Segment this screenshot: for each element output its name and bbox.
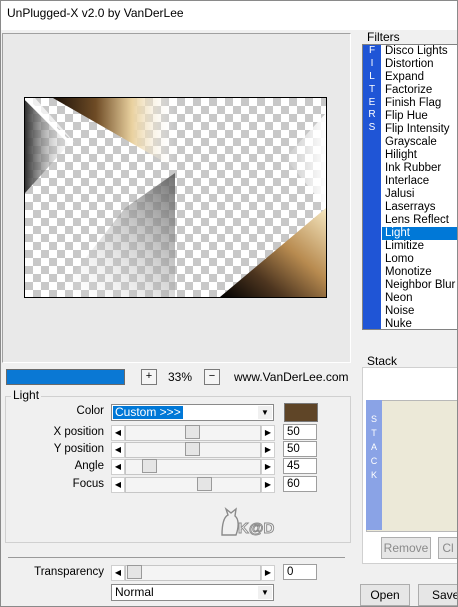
zoom-level: 33% — [168, 370, 193, 384]
strip-letter: S — [368, 122, 376, 134]
filters-heading: Filters — [367, 30, 400, 44]
watermark-logo: K@D — [216, 505, 286, 539]
slider-left-arrow-icon[interactable]: ◀ — [111, 442, 125, 458]
filter-item[interactable]: Factorize — [382, 84, 458, 97]
blend-mode-value: Normal — [115, 585, 154, 599]
cat-icon: K@D — [221, 506, 275, 537]
filter-item[interactable]: Laserrays — [382, 201, 458, 214]
color-swatch[interactable] — [284, 403, 318, 422]
filter-item[interactable]: Nuke — [382, 318, 458, 329]
filter-item[interactable]: Jalusi — [382, 188, 458, 201]
color-label: Color — [76, 405, 104, 417]
transparency-label: Transparency — [34, 566, 104, 578]
blend-mode-dropdown[interactable]: Normal ▼ — [111, 584, 274, 601]
filter-item[interactable]: Grayscale — [382, 136, 458, 149]
chevron-down-icon: ▼ — [258, 406, 272, 419]
filter-item[interactable]: Finish Flag — [382, 97, 458, 110]
window-title: UnPlugged-X v2.0 by VanDerLee — [7, 6, 184, 20]
strip-letter: K — [370, 470, 377, 480]
filter-item[interactable]: Disco Lights — [382, 45, 458, 58]
slider-left-arrow-icon[interactable]: ◀ — [111, 459, 125, 475]
transparency-track[interactable] — [125, 565, 261, 581]
strip-letter: R — [368, 109, 376, 121]
y-position-thumb[interactable] — [185, 442, 200, 456]
remove-button[interactable]: Remove — [381, 537, 431, 559]
light-group-label: Light — [11, 388, 42, 402]
open-button[interactable]: Open — [360, 584, 410, 606]
y-position-input[interactable]: 50 — [283, 441, 317, 457]
filter-item[interactable]: Noise — [382, 305, 458, 318]
strip-letter: C — [370, 456, 378, 466]
filter-item[interactable]: Distortion — [382, 58, 458, 71]
website-link[interactable]: www.VanDerLee.com — [234, 370, 349, 384]
zoom-out-button[interactable]: − — [204, 369, 220, 385]
clear-button[interactable]: Cl — [438, 537, 458, 559]
slider-right-arrow-icon[interactable]: ▶ — [261, 477, 275, 493]
filters-items: Disco Lights Distortion Expand Factorize Fin… — [382, 45, 458, 329]
filters-strip: F I L T E R S — [363, 45, 381, 329]
filter-item[interactable]: Lens Reflect — [382, 214, 458, 227]
y-position-label: Y position — [53, 443, 104, 455]
focus-track[interactable] — [125, 477, 261, 493]
zoom-in-button[interactable]: + — [141, 369, 157, 385]
strip-letter: A — [370, 442, 377, 452]
slider-left-arrow-icon[interactable]: ◀ — [111, 425, 125, 441]
filter-item[interactable]: Monotize — [382, 266, 458, 279]
slider-left-arrow-icon[interactable]: ◀ — [111, 565, 125, 581]
stack-strip: S T A C K — [366, 400, 382, 530]
preview-canvas[interactable] — [24, 97, 327, 298]
angle-thumb[interactable] — [142, 459, 157, 473]
filter-item[interactable]: Light — [382, 227, 458, 240]
strip-letter: E — [368, 96, 376, 108]
filter-item[interactable]: Flip Intensity — [382, 123, 458, 136]
color-dropdown-value: Custom >>> — [113, 405, 183, 419]
transparency-thumb[interactable] — [127, 565, 142, 579]
slider-right-arrow-icon[interactable]: ▶ — [261, 425, 275, 441]
filters-list[interactable]: F I L T E R S Disco Lights Distortion Expa… — [362, 44, 458, 330]
focus-thumb[interactable] — [197, 477, 212, 491]
progress-bar — [6, 369, 125, 385]
filter-item[interactable]: Ink Rubber — [382, 162, 458, 175]
x-position-thumb[interactable] — [185, 425, 200, 439]
chevron-down-icon: ▼ — [258, 586, 272, 599]
strip-letter: I — [370, 57, 374, 69]
filter-item[interactable]: Lomo — [382, 253, 458, 266]
slider-right-arrow-icon[interactable]: ▶ — [261, 565, 275, 581]
color-dropdown[interactable]: Custom >>> ▼ — [111, 404, 274, 421]
slider-right-arrow-icon[interactable]: ▶ — [261, 442, 275, 458]
angle-input[interactable]: 45 — [283, 458, 317, 474]
filter-item[interactable]: Flip Hue — [382, 110, 458, 123]
filter-item[interactable]: Neon — [382, 292, 458, 305]
focus-input[interactable]: 60 — [283, 476, 317, 492]
angle-label: Angle — [74, 460, 104, 472]
strip-letter: L — [369, 70, 375, 82]
slider-right-arrow-icon[interactable]: ▶ — [261, 459, 275, 475]
stack-heading: Stack — [367, 354, 398, 368]
filter-item[interactable]: Limitize — [382, 240, 458, 253]
strip-letter: T — [368, 83, 376, 95]
strip-letter: T — [371, 428, 377, 438]
filter-item[interactable]: Hilight — [382, 149, 458, 162]
filter-item[interactable]: Interlace — [382, 175, 458, 188]
strip-letter: S — [370, 414, 377, 424]
transparency-input[interactable]: 0 — [283, 564, 317, 580]
filter-item[interactable]: Expand — [382, 71, 458, 84]
x-position-label: X position — [53, 426, 104, 438]
focus-label: Focus — [72, 478, 104, 490]
divider — [8, 557, 345, 558]
save-button[interactable]: Save — [418, 584, 458, 606]
preview-image — [25, 98, 326, 297]
watermark-text: K@D — [238, 520, 274, 537]
filter-item[interactable]: Neighbor Blur — [382, 279, 458, 292]
strip-letter: F — [368, 45, 376, 56]
x-position-input[interactable]: 50 — [283, 424, 317, 440]
slider-left-arrow-icon[interactable]: ◀ — [111, 477, 125, 493]
